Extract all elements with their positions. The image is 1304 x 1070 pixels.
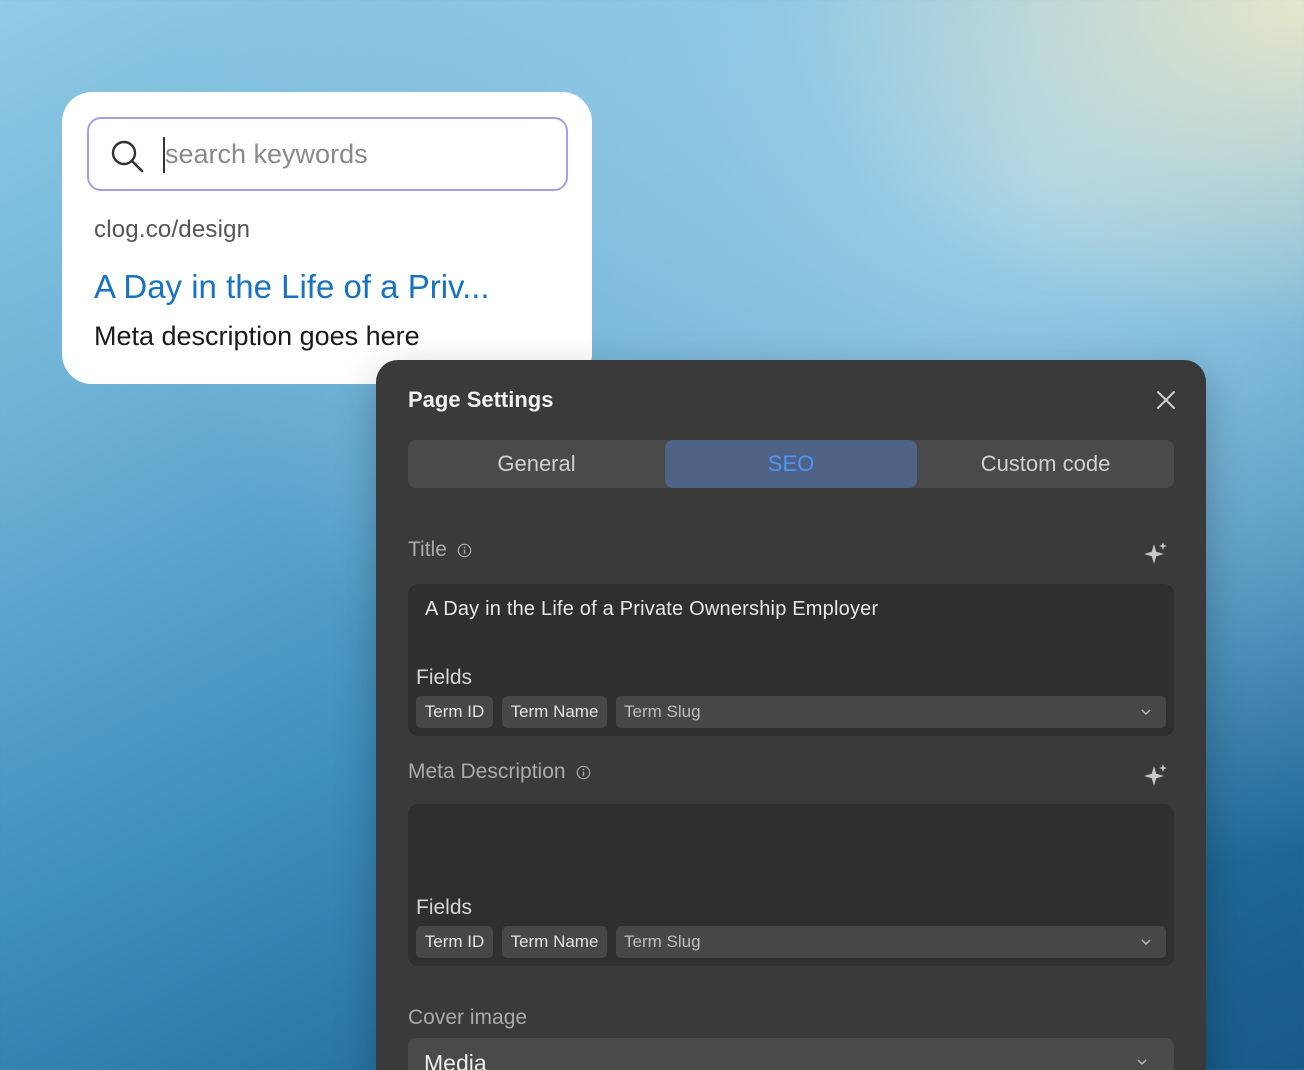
info-icon[interactable] — [576, 765, 591, 780]
dropdown-value: Term Slug — [624, 702, 701, 721]
meta-description-label-text: Meta Description — [408, 760, 566, 783]
result-description: Meta description goes here — [94, 321, 420, 351]
chevron-down-icon — [1137, 1059, 1147, 1065]
close-icon — [1157, 391, 1175, 409]
tab-custom-code[interactable]: Custom code — [917, 440, 1174, 488]
ai-sparkle-icon[interactable] — [1143, 763, 1169, 789]
search-icon — [111, 140, 144, 173]
settings-tabs: General SEO Custom code — [408, 440, 1174, 488]
search-box[interactable] — [87, 117, 568, 191]
tab-general[interactable]: General — [408, 440, 665, 488]
term-name-chip[interactable]: Term Name — [502, 926, 607, 958]
chevron-down-icon — [1141, 709, 1151, 715]
cover-image-value: Media — [424, 1050, 487, 1070]
term-name-chip[interactable]: Term Name — [502, 696, 607, 728]
chevron-down-icon — [1141, 939, 1151, 945]
term-id-chip[interactable]: Term ID — [416, 926, 493, 958]
result-title-link[interactable]: A Day in the Life of a Priv... — [94, 268, 490, 306]
search-input[interactable] — [165, 119, 555, 189]
term-slug-dropdown[interactable]: Term Slug — [616, 696, 1166, 728]
cover-image-label: Cover image — [408, 1006, 527, 1030]
meta-description-field-label: Meta Description — [408, 760, 591, 784]
cover-image-select[interactable]: Media — [408, 1038, 1174, 1070]
term-id-chip[interactable]: Term ID — [416, 696, 493, 728]
search-preview-card: clog.co/design A Day in the Life of a Pr… — [62, 92, 592, 384]
tab-seo[interactable]: SEO — [665, 440, 917, 488]
page-settings-panel: Page Settings General SEO Custom code Ti… — [376, 360, 1206, 1070]
panel-title: Page Settings — [408, 387, 554, 412]
cover-image-label-text: Cover image — [408, 1006, 528, 1029]
term-slug-dropdown[interactable]: Term Slug — [616, 926, 1166, 958]
info-icon[interactable] — [457, 543, 472, 558]
fields-label: Fields — [416, 666, 473, 689]
ai-sparkle-icon[interactable] — [1143, 541, 1169, 567]
title-field-label: Title — [408, 538, 472, 562]
fields-label: Fields — [416, 896, 473, 919]
title-input-value[interactable]: A Day in the Life of a Private Ownership… — [425, 598, 878, 621]
close-button[interactable] — [1150, 384, 1182, 416]
title-input-box[interactable]: A Day in the Life of a Private Ownership… — [408, 584, 1174, 736]
dropdown-value: Term Slug — [624, 932, 701, 951]
meta-description-input-box[interactable]: Fields Term ID Term Name Term Slug — [408, 804, 1174, 966]
result-url: clog.co/design — [94, 216, 251, 243]
title-label-text: Title — [408, 538, 447, 561]
